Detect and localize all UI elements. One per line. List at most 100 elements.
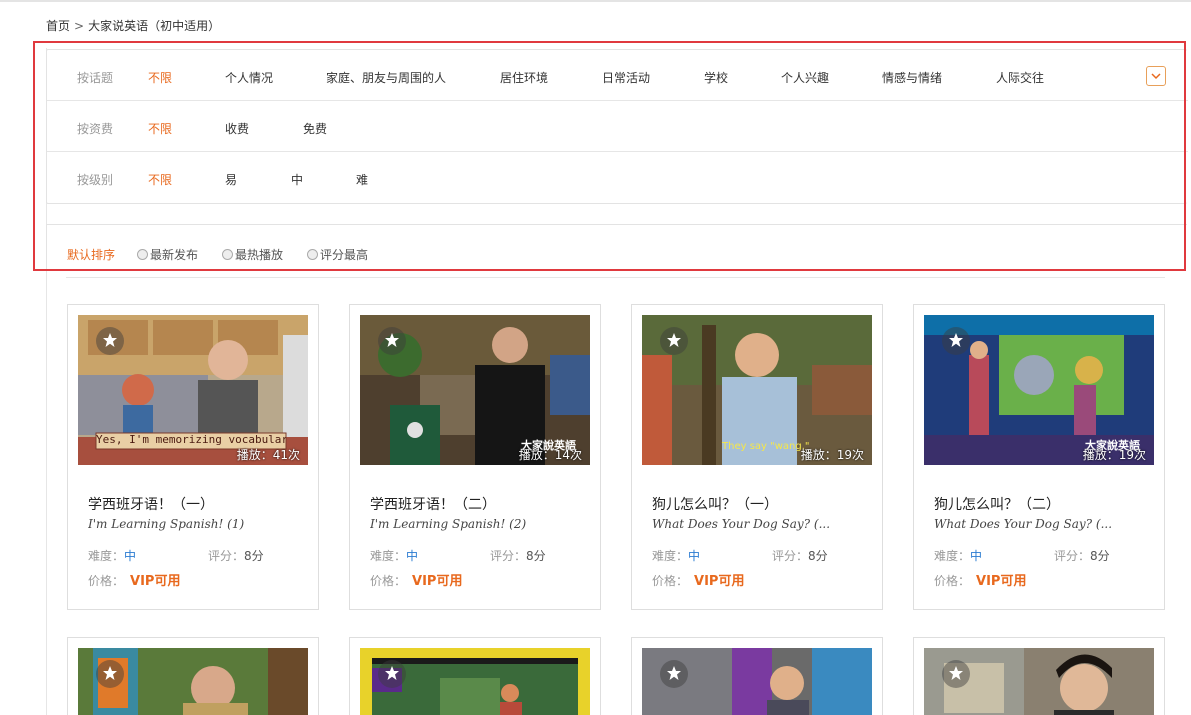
difficulty-value: 中 (970, 549, 983, 563)
favorite-button[interactable] (96, 327, 124, 355)
video-thumbnail[interactable] (78, 648, 308, 715)
video-caption: Yes, I'm memorizing vocabulary words. (96, 433, 286, 446)
favorite-button[interactable] (660, 660, 688, 688)
sort-newest-label: 最新发布 (150, 248, 199, 262)
favorite-button[interactable] (378, 660, 406, 688)
sort-top-rated-label: 评分最高 (320, 248, 369, 262)
price: 价格： VIP可用 (652, 570, 744, 589)
filter-level-hard[interactable]: 难 (356, 171, 368, 188)
video-title[interactable]: 狗儿怎么叫？（二） (934, 494, 1060, 514)
sort-divider (66, 277, 1165, 278)
video-card[interactable]: They say "wang." 播放：19次 狗儿怎么叫？（一） What D… (631, 304, 883, 610)
play-count-label: 播放： (1082, 448, 1119, 462)
filter-fee-paid[interactable]: 收费 (225, 120, 249, 137)
radio-icon (137, 249, 148, 260)
filter-topic-family[interactable]: 家庭、朋友与周围的人 (326, 69, 446, 86)
video-card[interactable] (349, 637, 601, 715)
rating-label: 评分： (1054, 549, 1091, 563)
play-count-value: 14次 (554, 448, 582, 462)
difficulty: 难度：中 (652, 547, 700, 564)
filter-topic-personal[interactable]: 个人情况 (225, 69, 273, 86)
price-value: VIP可用 (976, 574, 1027, 589)
video-subtitle: I'm Learning Spanish! (1) (88, 517, 245, 531)
video-subtitle: I'm Learning Spanish! (2) (370, 517, 527, 531)
sort-top-rated[interactable]: 评分最高 (307, 246, 368, 263)
breadcrumb-current: 大家说英语（初中适用） (88, 19, 221, 33)
difficulty: 难度：中 (934, 547, 982, 564)
star-icon (385, 333, 399, 347)
sort-default[interactable]: 默认排序 (67, 246, 115, 263)
rating-label: 评分： (772, 549, 809, 563)
favorite-button[interactable] (96, 660, 124, 688)
video-thumbnail[interactable] (924, 648, 1154, 715)
price: 价格： VIP可用 (934, 570, 1026, 589)
filter-topic-daily[interactable]: 日常活动 (602, 69, 650, 86)
filter-topic-interests[interactable]: 个人兴趣 (781, 69, 829, 86)
filter-panel: 按话题 不限 个人情况 家庭、朋友与周围的人 居住环境 日常活动 学校 个人兴趣… (46, 49, 1188, 204)
filter-row-topic: 按话题 不限 个人情况 家庭、朋友与周围的人 居住环境 日常活动 学校 个人兴趣… (47, 50, 1188, 101)
rating-value: 8分 (808, 549, 828, 563)
filter-level-all[interactable]: 不限 (148, 171, 172, 188)
filter-label-level: 按级别 (77, 173, 114, 187)
video-thumbnail[interactable]: 大家說英語 播放：14次 (360, 315, 590, 465)
difficulty-label: 难度： (88, 549, 125, 563)
video-title[interactable]: 学西班牙语！（一） (88, 494, 214, 514)
sort-hottest[interactable]: 最热播放 (222, 246, 283, 263)
video-caption: They say "wang." (722, 441, 810, 452)
favorite-button[interactable] (942, 660, 970, 688)
video-thumbnail[interactable]: Yes, I'm memorizing vocabulary words. 播放… (78, 315, 308, 465)
filter-label-fee: 按资费 (77, 122, 114, 136)
filter-topic-home[interactable]: 居住环境 (500, 69, 548, 86)
video-title[interactable]: 学西班牙语！（二） (370, 494, 496, 514)
play-count: 播放：41次 (237, 446, 300, 463)
video-card[interactable] (913, 637, 1165, 715)
price-value: VIP可用 (694, 574, 745, 589)
video-title[interactable]: 狗儿怎么叫？（一） (652, 494, 778, 514)
filter-fee-all[interactable]: 不限 (148, 120, 172, 137)
filter-topic-social[interactable]: 人际交往 (996, 69, 1044, 86)
video-thumbnail[interactable] (642, 648, 872, 715)
video-thumbnail[interactable]: They say "wang." 播放：19次 (642, 315, 872, 465)
sort-bar: 默认排序 最新发布 最热播放 评分最高 (46, 224, 1187, 270)
filter-topic-school[interactable]: 学校 (704, 69, 728, 86)
favorite-button[interactable] (942, 327, 970, 355)
star-icon (385, 666, 399, 680)
difficulty: 难度：中 (370, 547, 418, 564)
favorite-button[interactable] (660, 327, 688, 355)
filter-level-easy[interactable]: 易 (225, 171, 237, 188)
video-card[interactable] (631, 637, 883, 715)
difficulty-label: 难度： (652, 549, 689, 563)
video-thumbnail[interactable]: 大家說英語 播放：19次 (924, 315, 1154, 465)
play-count-label: 播放： (800, 448, 837, 462)
sort-newest[interactable]: 最新发布 (137, 246, 198, 263)
filter-topic-all[interactable]: 不限 (148, 69, 172, 86)
play-count-value: 41次 (272, 448, 300, 462)
price: 价格： VIP可用 (88, 570, 180, 589)
play-count-label: 播放： (518, 448, 555, 462)
rating-value: 8分 (244, 549, 264, 563)
star-icon (103, 333, 117, 347)
play-count: 播放：19次 (801, 446, 864, 463)
filter-level-medium[interactable]: 中 (291, 171, 303, 188)
video-card[interactable]: Yes, I'm memorizing vocabulary words. 播放… (67, 304, 319, 610)
video-card[interactable]: 大家說英語 播放：14次 学西班牙语！（二） I'm Learning Span… (349, 304, 601, 610)
rating: 评分：8分 (1054, 547, 1110, 564)
video-card[interactable]: 大家說英語 播放：19次 狗儿怎么叫？（二） What Does Your Do… (913, 304, 1165, 610)
rating-label: 评分： (490, 549, 527, 563)
play-count: 播放：14次 (519, 446, 582, 463)
radio-icon (222, 249, 233, 260)
favorite-button[interactable] (378, 327, 406, 355)
expand-topics-button[interactable] (1146, 66, 1166, 86)
video-subtitle: What Does Your Dog Say? (... (934, 517, 1113, 531)
star-icon (667, 333, 681, 347)
rating: 评分：8分 (490, 547, 546, 564)
video-thumbnail[interactable] (360, 648, 590, 715)
chevron-down-icon (1151, 73, 1161, 80)
filter-fee-free[interactable]: 免费 (303, 120, 327, 137)
top-divider (0, 0, 1191, 2)
breadcrumb-home[interactable]: 首页 (46, 19, 70, 33)
filter-topic-emotions[interactable]: 情感与情绪 (882, 69, 942, 86)
video-card[interactable] (67, 637, 319, 715)
star-icon (949, 333, 963, 347)
rating-value: 8分 (526, 549, 546, 563)
